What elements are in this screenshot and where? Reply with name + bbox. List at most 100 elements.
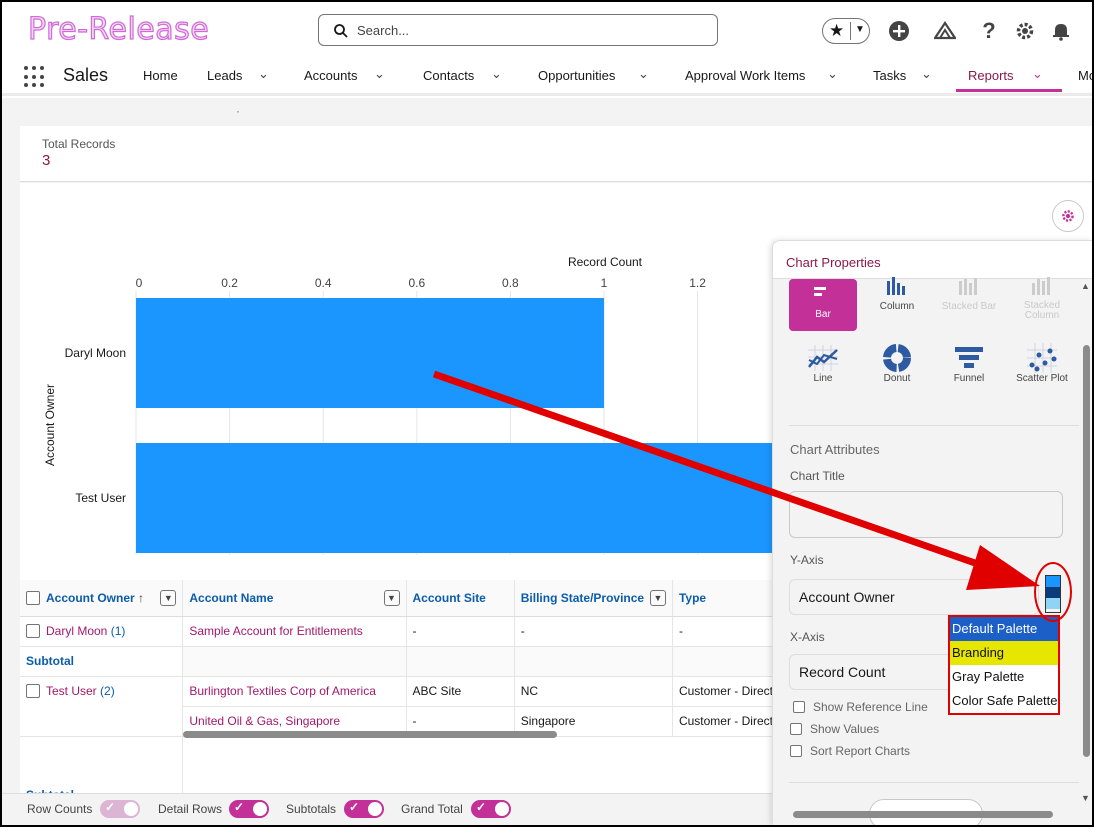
owner-link[interactable]: Daryl Moon <box>46 624 107 638</box>
nav-item-more[interactable]: Mo <box>1078 68 1094 83</box>
x-tick-label: 0.2 <box>221 276 238 290</box>
column-header-account-name[interactable]: Account Name ▼ <box>182 580 407 617</box>
bar <box>136 298 604 408</box>
column-chart-icon <box>887 277 905 295</box>
nav-item-opportunities[interactable]: Opportunities <box>538 68 615 83</box>
donut-chart-icon <box>883 344 911 372</box>
panel-scroll-thumb[interactable] <box>1083 345 1090 757</box>
x-tick-label: 0.6 <box>408 276 425 290</box>
column-menu-button[interactable]: ▼ <box>649 590 666 606</box>
total-records-value: 3 <box>42 152 51 169</box>
chart-type-funnel[interactable]: Funnel <box>935 343 1003 395</box>
notifications-button[interactable] <box>1048 18 1074 44</box>
app-name: Sales <box>63 65 109 85</box>
row-checkbox[interactable] <box>26 624 40 638</box>
account-link[interactable]: Burlington Textiles Corp of America <box>189 684 376 698</box>
chart-type-stacked-bar: Stacked Bar <box>935 271 1003 323</box>
chart-title-label: Chart Title <box>790 469 845 483</box>
stacked-column-icon <box>1032 277 1050 295</box>
detail-rows-toggle[interactable]: ✓ <box>229 800 269 818</box>
panel-horizontal-scrollbar[interactable] <box>793 811 1053 818</box>
sort-report-charts-checkbox[interactable]: Sort Report Charts <box>790 744 910 758</box>
x-tick-label: 1 <box>601 276 608 290</box>
show-values-checkbox[interactable]: Show Values <box>790 722 879 736</box>
chart-type-stacked-column: Stacked Column <box>1008 271 1076 323</box>
chart-type-scatter[interactable]: Scatter Plot <box>1008 343 1076 395</box>
row-checkbox[interactable] <box>26 683 40 698</box>
grand-total-toggle[interactable]: ✓ <box>471 800 511 818</box>
chevron-down-icon[interactable]: ⌄ <box>258 66 269 82</box>
owner-link[interactable]: Test User <box>46 684 97 698</box>
subtotal-row: Subtotal <box>20 780 780 793</box>
table-row: Test User (2) Burlington Textiles Corp o… <box>20 676 780 737</box>
header-remnant: · <box>236 104 240 118</box>
nav-item-contacts[interactable]: Contacts <box>423 68 474 83</box>
nav-item-accounts[interactable]: Accounts <box>304 68 357 83</box>
nav-item-approval-work-items[interactable]: Approval Work Items <box>685 68 805 83</box>
chart-type-column[interactable]: Column <box>863 271 931 323</box>
star-icon: ★ <box>829 21 845 40</box>
x-tick-label: 0.4 <box>315 276 332 290</box>
row-counts-toggle[interactable]: ✓ <box>100 800 140 818</box>
select-all-checkbox[interactable] <box>26 590 40 605</box>
chart-attributes-heading: Chart Attributes <box>790 442 880 457</box>
bell-icon <box>1053 24 1069 41</box>
account-link[interactable]: United Oil & Gas, Singapore <box>189 714 340 728</box>
global-actions-button[interactable] <box>886 18 912 44</box>
column-menu-button[interactable]: ▼ <box>160 590 177 606</box>
setup-button[interactable] <box>1012 18 1038 44</box>
avatar[interactable] <box>1084 18 1094 44</box>
palette-option-color-safe[interactable]: Color Safe Palette <box>950 689 1058 713</box>
toggle-label: Grand Total <box>401 802 463 816</box>
chevron-down-icon[interactable]: ⌄ <box>827 66 838 82</box>
show-reference-line-checkbox[interactable]: Show Reference Line <box>793 700 928 714</box>
chevron-down-icon[interactable]: ⌄ <box>491 66 502 82</box>
nav-item-leads[interactable]: Leads <box>207 68 242 83</box>
column-menu-button[interactable]: ▼ <box>383 590 400 606</box>
column-header-account-site[interactable]: Account Site <box>406 580 515 617</box>
app-launcher-icon[interactable] <box>24 66 46 88</box>
panel-title: Chart Properties <box>786 255 881 270</box>
x-tick-label: 0 <box>136 276 143 290</box>
stacked-bar-icon <box>959 278 977 295</box>
chart-type-line[interactable]: Line <box>789 343 857 395</box>
y-axis-select[interactable]: Account Owner <box>789 579 1039 615</box>
subtotals-toggle[interactable]: ✓ <box>344 800 384 818</box>
nav-item-home[interactable]: Home <box>143 68 178 83</box>
column-header-type[interactable]: Type <box>672 580 780 617</box>
palette-option-default[interactable]: Default Palette <box>950 617 1058 641</box>
column-header-account-owner[interactable]: Account Owner ↑ ▼ <box>20 580 184 617</box>
account-link[interactable]: Sample Account for Entitlements <box>189 624 362 638</box>
y-axis-title: Account Owner <box>43 384 57 466</box>
column-header-billing-state[interactable]: Billing State/Province ▼ <box>514 580 673 617</box>
report-summary: Total Records 3 <box>20 126 1092 182</box>
chevron-down-icon[interactable]: ⌄ <box>921 66 932 82</box>
table-horizontal-scrollbar[interactable] <box>183 731 557 738</box>
x-tick-label: 1.2 <box>689 276 706 290</box>
report-table: Account Owner ↑ ▼ Account Name ▼ Account S… <box>20 580 780 793</box>
global-search-input[interactable]: Search... <box>318 14 718 46</box>
favorites-button[interactable]: ★ ▼ <box>822 18 870 44</box>
palette-dropdown: Default Palette Branding Gray Palette Co… <box>948 615 1060 715</box>
chevron-down-icon[interactable]: ⌄ <box>638 66 649 82</box>
group-cell: Daryl Moon (1) <box>20 616 184 647</box>
x-axis-label: X-Axis <box>790 630 825 644</box>
chart-settings-button[interactable] <box>1052 200 1084 232</box>
chart-title-input[interactable] <box>789 491 1063 538</box>
palette-option-branding[interactable]: Branding <box>950 641 1058 665</box>
chevron-down-icon[interactable]: ▼ <box>855 24 865 35</box>
total-records-label: Total Records <box>42 137 116 151</box>
global-header: Pre-Release Search... ★ ▼ ? <box>2 2 1092 58</box>
help-button[interactable]: ? <box>976 18 1002 44</box>
search-placeholder: Search... <box>357 23 410 38</box>
toggle-label: Detail Rows <box>158 802 223 816</box>
chart-type-donut[interactable]: Donut <box>863 343 931 395</box>
nav-item-tasks[interactable]: Tasks <box>873 68 906 83</box>
chevron-down-icon[interactable]: ⌄ <box>1032 66 1043 82</box>
nav-item-reports[interactable]: Reports <box>968 68 1014 83</box>
chart-type-bar[interactable]: Bar <box>789 279 857 331</box>
palette-option-gray[interactable]: Gray Palette <box>950 665 1058 689</box>
chevron-down-icon[interactable]: ⌄ <box>374 66 385 82</box>
chart-properties-panel: Chart Properties Bar Column Stacked Bar … <box>772 240 1092 825</box>
trailhead-button[interactable] <box>932 18 958 44</box>
